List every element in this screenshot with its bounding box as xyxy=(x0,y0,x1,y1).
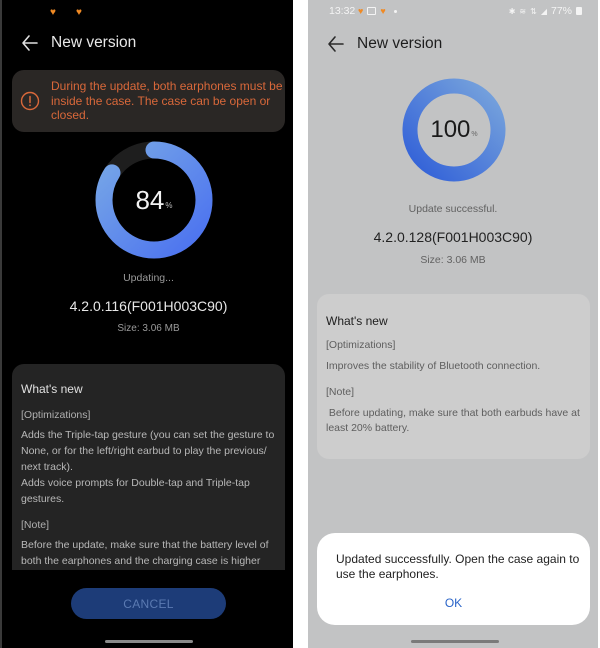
arrow-left-icon[interactable] xyxy=(20,33,40,53)
home-indicator[interactable] xyxy=(411,640,499,643)
progress-value: 84 xyxy=(135,185,165,215)
signal-icon: ◢ xyxy=(540,6,547,16)
app-header: New version xyxy=(308,32,598,56)
status-time: 13:32 xyxy=(329,5,356,17)
note-line: Before the update, make sure that the ba… xyxy=(21,539,269,567)
firmware-version: 4.2.0.116(F001H003C90) xyxy=(69,298,228,314)
progress-ring: 84 % xyxy=(95,141,213,259)
app-notification-icon: ♥ xyxy=(76,7,82,18)
note-line: Improves the stability of Bluetooth conn… xyxy=(326,360,541,372)
update-status: Updating... xyxy=(123,272,174,284)
note-line: Adds voice prompts for Double-tap and Tr… xyxy=(21,477,250,505)
whats-new-card: What's new [Optimizations] Improves the … xyxy=(317,294,590,459)
image-icon xyxy=(367,7,377,15)
dot-icon xyxy=(393,9,397,13)
percent-sign: % xyxy=(471,130,478,138)
percent-sign: % xyxy=(165,200,173,210)
section-heading: [Note] xyxy=(21,519,50,531)
section-heading: [Optimizations] xyxy=(21,409,91,421)
battery-icon xyxy=(576,7,582,15)
battery-level: 77% xyxy=(550,5,572,17)
update-status: Update successful. xyxy=(408,203,498,215)
wifi-icon: ≋ xyxy=(519,6,527,16)
page-title: New version xyxy=(357,35,443,52)
note-line: Adds the Triple-tap gesture (you can set… xyxy=(21,429,275,473)
home-indicator[interactable] xyxy=(105,640,193,643)
status-bar: 13:32 ♥ ♥ ✱ ≋ ⇅ ◢ 77% xyxy=(308,5,598,19)
warning-banner: During the update, both earphones must b… xyxy=(12,70,285,132)
progress-ring: 100 % xyxy=(402,78,506,182)
exclamation-circle-icon xyxy=(20,91,40,111)
warning-text: During the update, both earphones must b… xyxy=(51,79,283,123)
bluetooth-icon: ✱ xyxy=(508,6,516,16)
dialog-message: Updated successfully. Open the case agai… xyxy=(336,552,580,581)
firmware-size: Size: 3.06 MB xyxy=(117,323,180,334)
section-heading: [Optimizations] xyxy=(326,339,396,351)
updating-screen: ♥ ♥ New version During the update, both … xyxy=(0,0,293,648)
app-notification-icon: ♥ xyxy=(50,7,56,18)
update-success-screen: 13:32 ♥ ♥ ✱ ≋ ⇅ ◢ 77% New version 100 % … xyxy=(308,0,598,648)
page-title: New version xyxy=(51,34,137,51)
app-notification-icon: ♥ xyxy=(358,6,364,16)
app-notification-icon: ♥ xyxy=(380,6,386,16)
cancel-button[interactable]: CANCEL xyxy=(71,588,226,619)
progress-value: 100 xyxy=(430,116,471,143)
success-dialog: Updated successfully. Open the case agai… xyxy=(317,533,590,625)
firmware-version: 4.2.0.128(F001H003C90) xyxy=(373,229,533,245)
section-heading: [Note] xyxy=(326,385,355,398)
firmware-size: Size: 3.06 MB xyxy=(420,254,486,266)
status-bar: ♥ ♥ xyxy=(50,8,86,20)
whats-new-title: What's new xyxy=(21,382,83,396)
arrow-left-icon[interactable] xyxy=(326,34,346,54)
whats-new-card: What's new [Optimizations] Adds the Trip… xyxy=(12,364,285,570)
data-icon: ⇅ xyxy=(530,6,537,16)
ok-button[interactable]: OK xyxy=(317,596,590,610)
note-line: Before updating, make sure that both ear… xyxy=(326,406,583,435)
app-header: New version xyxy=(2,30,293,56)
whats-new-title: What's new xyxy=(326,314,388,328)
